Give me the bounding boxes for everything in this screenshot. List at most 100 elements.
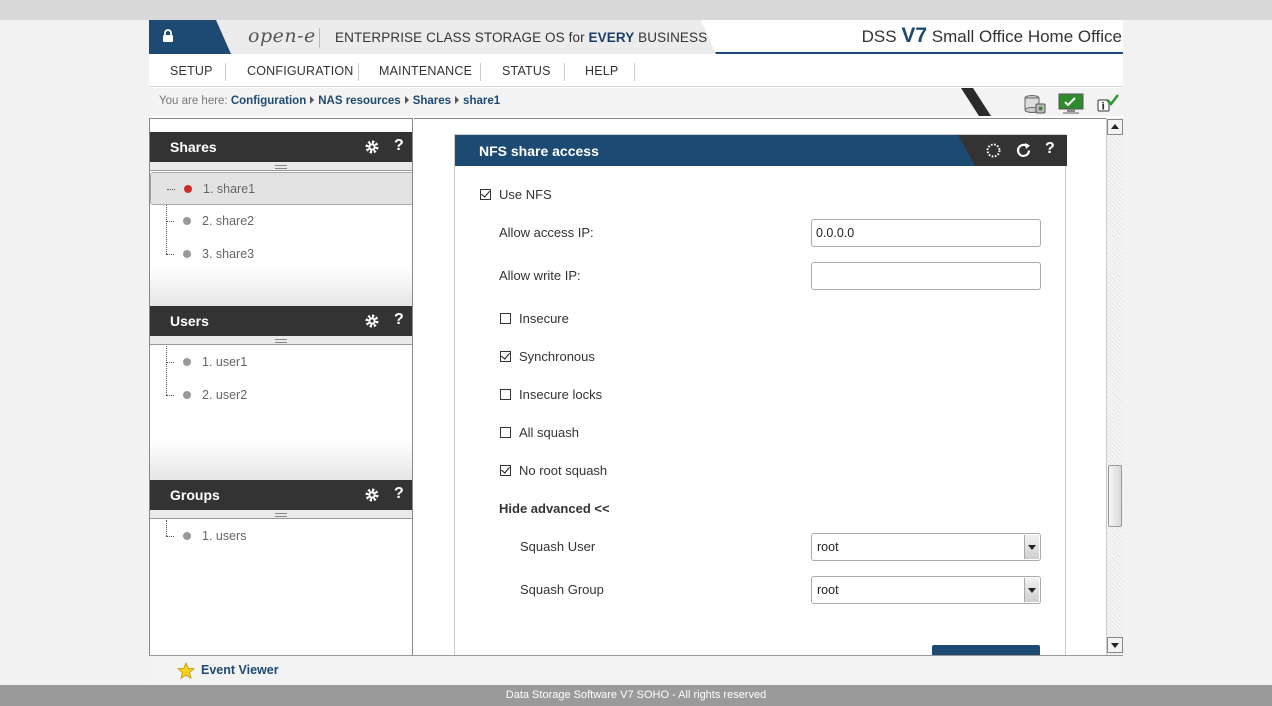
allow-write-ip-input[interactable] <box>811 262 1041 290</box>
product-version: V7 <box>901 24 928 47</box>
monitor-icon[interactable] <box>1058 93 1084 115</box>
breadcrumb-shares[interactable]: Shares <box>413 95 451 107</box>
menu-status[interactable]: STATUS <box>502 56 551 87</box>
help-icon[interactable]: ? <box>394 311 404 329</box>
squash-group-value: root <box>817 583 839 597</box>
product-name: DSS V7 Small Office Home Office <box>862 24 1122 48</box>
gear-icon[interactable] <box>364 139 380 155</box>
synchronous-checkbox[interactable] <box>500 351 511 362</box>
tree-item-share2[interactable]: 2. share2 <box>150 205 412 238</box>
menu-setup[interactable]: SETUP <box>170 56 213 87</box>
panel-grip[interactable] <box>150 336 412 345</box>
vertical-scrollbar[interactable] <box>1106 118 1123 655</box>
scroll-down-button[interactable] <box>1107 637 1123 653</box>
top-strip <box>0 0 1272 20</box>
status-dot-icon <box>183 532 191 540</box>
tree-item-label: 1. user1 <box>202 355 248 369</box>
help-icon[interactable]: ? <box>1045 140 1055 158</box>
tree-item-users[interactable]: 1. users <box>150 520 412 553</box>
menu-maintenance[interactable]: MAINTENANCE <box>379 56 472 87</box>
allow-write-ip-label: Allow write IP: <box>499 268 581 283</box>
users-panel-title: Users <box>170 313 209 329</box>
help-icon[interactable]: ? <box>394 485 404 503</box>
menu-configuration[interactable]: CONFIGURATION <box>247 56 354 87</box>
tree-item-label: 2. share2 <box>202 214 255 228</box>
star-icon <box>177 662 195 680</box>
event-viewer-link[interactable]: Event Viewer <box>201 663 279 677</box>
refresh-icon[interactable] <box>1015 142 1032 159</box>
synchronous-label: Synchronous <box>519 349 595 364</box>
menu-help[interactable]: HELP <box>585 56 618 87</box>
shares-panel-title: Shares <box>170 139 217 155</box>
panel-fade <box>150 440 412 480</box>
no-root-squash-checkbox[interactable] <box>500 465 511 476</box>
tree-item-share1[interactable]: 1. share1 <box>150 172 412 205</box>
insecure-locks-checkbox[interactable] <box>500 389 511 400</box>
tree-item-label: 1. users <box>202 529 247 543</box>
breadcrumb-prefix: You are here: <box>159 95 228 107</box>
insecure-checkbox[interactable] <box>500 313 511 324</box>
breadcrumb-arrow-icon <box>310 96 315 104</box>
scroll-up-button[interactable] <box>1107 119 1123 135</box>
header: open-e ENTERPRISE CLASS STORAGE OS for E… <box>149 20 1123 54</box>
squash-user-select[interactable]: root <box>811 533 1041 561</box>
tagline-bold: EVERY <box>588 30 635 45</box>
tree-item-label: 1. share1 <box>203 182 256 196</box>
squash-user-value: root <box>817 540 839 554</box>
panel-fade <box>150 266 412 306</box>
left-panel: Shares ? 1. share1 2. share2 3. share3 U… <box>149 118 413 655</box>
loading-spinner-icon <box>986 143 1001 158</box>
nfs-panel-title: NFS share access <box>479 143 599 159</box>
gear-icon[interactable] <box>364 313 380 329</box>
breadcrumb-arrow-icon <box>455 96 460 104</box>
gear-icon[interactable] <box>364 487 380 503</box>
breadcrumb: You are here: Configuration NAS resources… <box>159 95 500 107</box>
svg-text:i: i <box>1102 102 1105 113</box>
tagline: ENTERPRISE CLASS STORAGE OS for EVERY BU… <box>335 30 707 45</box>
groups-panel-title: Groups <box>170 487 220 503</box>
panel-grip[interactable] <box>150 510 412 519</box>
database-icon[interactable] <box>1023 93 1047 115</box>
no-root-squash-label: No root squash <box>519 463 608 478</box>
squash-user-label: Squash User <box>520 539 596 554</box>
groups-panel-header: Groups ? <box>150 480 412 510</box>
shares-panel-header: Shares ? <box>150 132 412 162</box>
panel-grip[interactable] <box>150 162 412 171</box>
chevron-down-icon <box>1024 535 1039 559</box>
lock-icon <box>163 29 173 42</box>
all-squash-label: All squash <box>519 425 579 440</box>
tree-item-label: 3. share3 <box>202 247 255 261</box>
tagline-pre: ENTERPRISE CLASS STORAGE OS for <box>335 30 589 45</box>
product-edition: Small Office Home Office <box>931 27 1122 46</box>
use-nfs-checkbox[interactable] <box>480 189 491 200</box>
breadcrumb-configuration[interactable]: Configuration <box>231 95 306 107</box>
breadcrumb-share1[interactable]: share1 <box>463 95 500 107</box>
status-dot-icon <box>183 217 191 225</box>
logo-separator <box>319 28 320 48</box>
insecure-label: Insecure <box>519 311 569 326</box>
squash-group-select[interactable]: root <box>811 576 1041 604</box>
tagline-post: BUSINESS <box>634 30 708 45</box>
allow-access-ip-input[interactable] <box>811 219 1041 247</box>
chevron-down-icon <box>1024 578 1039 602</box>
footer: Data Storage Software V7 SOHO - All righ… <box>0 685 1272 706</box>
use-nfs-label: Use NFS <box>499 187 552 202</box>
status-dot-icon <box>183 250 191 258</box>
status-dot-icon <box>183 391 191 399</box>
insecure-locks-label: Insecure locks <box>519 387 603 402</box>
breadcrumb-nas-resources[interactable]: NAS resources <box>318 95 400 107</box>
status-dot-icon <box>183 358 191 366</box>
main-content: NFS share access ? Use NFS Allow access … <box>414 118 1106 655</box>
tree-item-user2[interactable]: 2. user2 <box>150 379 412 412</box>
tree-item-user1[interactable]: 1. user1 <box>150 346 412 379</box>
help-icon[interactable]: ? <box>394 137 404 155</box>
menu-separator <box>480 63 481 81</box>
app-frame: open-e ENTERPRISE CLASS STORAGE OS for E… <box>149 20 1123 685</box>
product-dss: DSS <box>861 27 897 46</box>
apply-button[interactable] <box>932 645 1040 655</box>
all-squash-checkbox[interactable] <box>500 427 511 438</box>
nfs-share-access-panel: NFS share access ? Use NFS Allow access … <box>454 134 1067 655</box>
hide-advanced-link[interactable]: Hide advanced << <box>499 501 610 516</box>
info-status-icon[interactable]: i <box>1095 93 1119 115</box>
scroll-thumb[interactable] <box>1108 465 1122 527</box>
